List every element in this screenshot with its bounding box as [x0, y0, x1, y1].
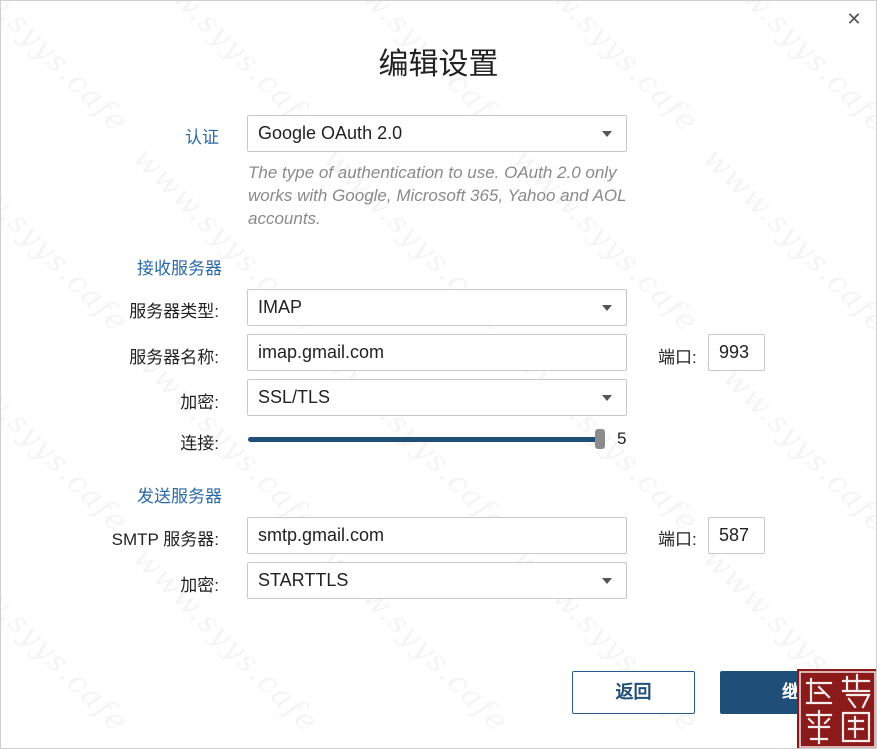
- incoming-port-label: 端口:: [658, 348, 697, 367]
- chevron-down-icon: [602, 305, 612, 311]
- server-name-input[interactable]: imap.gmail.com: [247, 334, 627, 371]
- outgoing-encryption-label: 加密:: [180, 576, 219, 595]
- incoming-encryption-select[interactable]: SSL/TLS: [247, 379, 627, 416]
- chevron-down-icon: [602, 578, 612, 584]
- smtp-server-label: SMTP 服务器:: [111, 530, 219, 549]
- connections-value: 5: [617, 429, 627, 448]
- auth-label: 认证: [185, 128, 219, 147]
- settings-dialog: www.syys.cafewww.syys.cafewww.syys.cafew…: [0, 0, 877, 749]
- server-type-select[interactable]: IMAP: [247, 289, 627, 326]
- watermark-text: www.syys.cafe: [1, 541, 136, 740]
- watermark-text: www.syys.cafe: [1, 341, 136, 540]
- watermark-text: www.syys.cafe: [696, 141, 876, 340]
- chevron-down-icon: [602, 395, 612, 401]
- connections-label: 连接:: [180, 434, 219, 453]
- dialog-title: 编辑设置: [378, 48, 499, 81]
- incoming-port-input[interactable]: 993: [708, 334, 765, 371]
- outgoing-encryption-select[interactable]: STARTTLS: [247, 562, 627, 599]
- outgoing-port-label: 端口:: [658, 530, 697, 549]
- smtp-server-input[interactable]: smtp.gmail.com: [247, 517, 627, 554]
- chevron-down-icon: [602, 131, 612, 137]
- incoming-encryption-label: 加密:: [180, 393, 219, 412]
- outgoing-encryption-value: STARTTLS: [258, 570, 349, 590]
- close-icon[interactable]: ✕: [844, 10, 864, 30]
- watermark-text: www.syys.cafe: [1, 141, 136, 340]
- connections-slider-thumb[interactable]: [595, 429, 605, 449]
- server-name-label: 服务器名称:: [129, 348, 219, 367]
- back-button[interactable]: 返回: [572, 671, 695, 714]
- seal-stamp: [797, 669, 876, 748]
- watermark: www.syys.cafewww.syys.cafewww.syys.cafew…: [1, 1, 876, 748]
- auth-select-value: Google OAuth 2.0: [258, 123, 403, 143]
- incoming-encryption-value: SSL/TLS: [258, 387, 331, 407]
- connections-slider-fill: [248, 437, 600, 442]
- server-type-value: IMAP: [258, 297, 303, 317]
- incoming-section-title: 接收服务器: [137, 259, 222, 278]
- outgoing-port-input[interactable]: 587: [708, 517, 765, 554]
- server-type-label: 服务器类型:: [129, 302, 219, 321]
- auth-hint: The type of authentication to use. OAuth…: [248, 163, 627, 228]
- connections-slider[interactable]: [248, 429, 605, 449]
- auth-select[interactable]: Google OAuth 2.0: [247, 115, 627, 152]
- outgoing-section-title: 发送服务器: [137, 487, 222, 506]
